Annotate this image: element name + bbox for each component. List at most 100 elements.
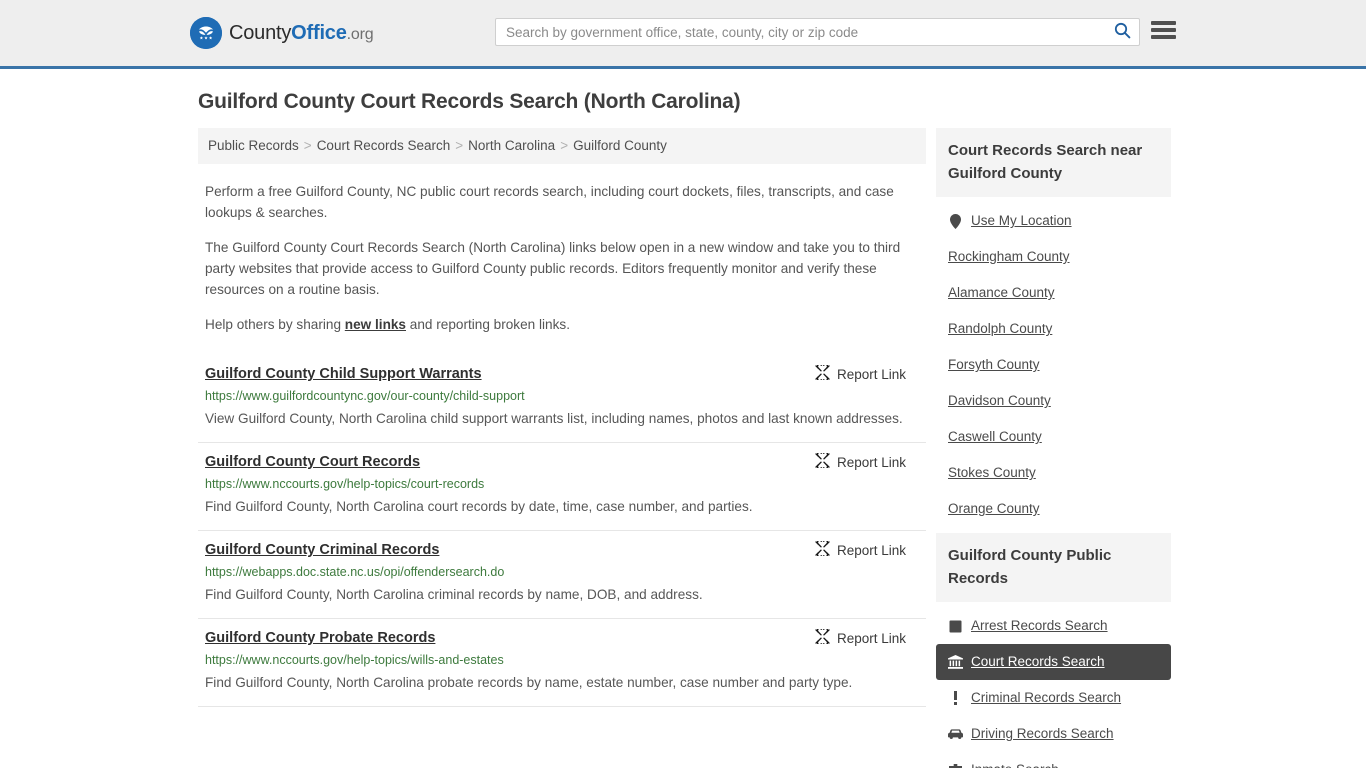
county-office-emblem-icon (190, 17, 222, 49)
search-icon (1114, 22, 1131, 42)
intro-paragraph-1: Perform a free Guilford County, NC publi… (205, 184, 894, 220)
hamburger-bar (1151, 28, 1176, 32)
intro-text: Perform a free Guilford County, NC publi… (198, 181, 926, 335)
sidebar-item-label[interactable]: Court Records Search (971, 653, 1105, 671)
sidebar-item-label[interactable]: Arrest Records Search (971, 617, 1108, 635)
sidebar-item-label[interactable]: Driving Records Search (971, 725, 1114, 743)
records-item-inmate-search[interactable]: Inmate Search (936, 752, 1171, 768)
breadcrumb-separator: > (303, 138, 312, 153)
nearby-item-rockingham-county[interactable]: Rockingham County (936, 239, 1171, 275)
result-header: Guilford County Criminal Records Report L… (205, 539, 920, 560)
new-links-link[interactable]: new links (345, 317, 406, 332)
result-header: Guilford County Court Records Report Link (205, 451, 920, 472)
result-item: Guilford County Criminal Records Report L… (198, 531, 926, 619)
search-input[interactable] (496, 19, 1105, 45)
result-title-link[interactable]: Guilford County Probate Records (205, 628, 435, 648)
broken-link-icon (815, 363, 830, 383)
result-item: Guilford County Probate Records Report Li… (198, 619, 926, 707)
intro-p3-after: and reporting broken links. (406, 317, 570, 332)
records-item-arrest-records-search[interactable]: Arrest Records Search (936, 608, 1171, 644)
sidebar-item-label[interactable]: Inmate Search (971, 761, 1059, 768)
broken-link-icon (815, 627, 830, 647)
result-description: Find Guilford County, North Carolina pro… (205, 675, 853, 690)
result-url: https://www.guilfordcountync.gov/our-cou… (205, 389, 525, 403)
sidebar-item-label[interactable]: Davidson County (948, 392, 1051, 410)
logo-text-county: County (229, 21, 292, 44)
sidebar-item-label[interactable]: Orange County (948, 500, 1040, 518)
records-item-criminal-records-search[interactable]: Criminal Records Search (936, 680, 1171, 716)
results-list: Guilford County Child Support Warrants Re… (198, 355, 926, 707)
sidebar-item-label[interactable]: Forsyth County (948, 356, 1040, 374)
report-link-button[interactable]: Report Link (815, 627, 920, 647)
content-columns: Public Records > Court Records Search > Nort… (198, 128, 1176, 768)
result-item: Guilford County Court Records Report Link… (198, 443, 926, 531)
nearby-item-orange-county[interactable]: Orange County (936, 491, 1171, 527)
main-column: Public Records > Court Records Search > Nort… (198, 128, 926, 707)
nearby-searches-list: Use My Location Rockingham County Alamance… (936, 197, 1171, 527)
public-records-list: Arrest Records Search Court Records Searc… (936, 602, 1171, 768)
hamburger-menu-icon[interactable] (1151, 19, 1176, 41)
result-item: Guilford County Child Support Warrants Re… (198, 355, 926, 443)
page-container: Guilford County Court Records Search (No… (0, 90, 1366, 768)
result-description: Find Guilford County, North Carolina cou… (205, 499, 753, 514)
nearby-item-forsyth-county[interactable]: Forsyth County (936, 347, 1171, 383)
nearby-item-davidson-county[interactable]: Davidson County (936, 383, 1171, 419)
search-bar (495, 18, 1140, 46)
fingerprint-icon (948, 619, 963, 634)
breadcrumb-item-2[interactable]: Court Records Search (317, 138, 451, 153)
courthouse-icon (948, 655, 963, 670)
result-title-link[interactable]: Guilford County Child Support Warrants (205, 364, 482, 384)
sidebar-item-label[interactable]: Criminal Records Search (971, 689, 1121, 707)
site-logo[interactable]: CountyOffice.org (190, 17, 374, 49)
car-icon (948, 727, 963, 742)
sidebar-item-label[interactable]: Caswell County (948, 428, 1042, 446)
result-header: Guilford County Child Support Warrants Re… (205, 363, 920, 384)
sidebar-item-label[interactable]: Stokes County (948, 464, 1036, 482)
result-title-link[interactable]: Guilford County Court Records (205, 452, 420, 472)
site-header: CountyOffice.org (0, 0, 1366, 69)
result-description: View Guilford County, North Carolina chi… (205, 411, 903, 426)
search-button[interactable] (1105, 19, 1139, 45)
breadcrumb-item-3[interactable]: North Carolina (468, 138, 555, 153)
report-link-label: Report Link (836, 542, 906, 558)
nearby-item-alamance-county[interactable]: Alamance County (936, 275, 1171, 311)
hamburger-bar (1151, 21, 1176, 25)
nearby-searches-heading: Court Records Search near Guilford Count… (936, 128, 1171, 197)
breadcrumb-item-1[interactable]: Public Records (208, 138, 299, 153)
result-url: https://www.nccourts.gov/help-topics/cou… (205, 477, 485, 491)
broken-link-icon (815, 539, 830, 559)
nearby-item-use-my-location[interactable]: Use My Location (936, 203, 1171, 239)
sidebar-item-label[interactable]: Randolph County (948, 320, 1052, 338)
intro-p3-before: Help others by sharing (205, 317, 345, 332)
nearby-item-caswell-county[interactable]: Caswell County (936, 419, 1171, 455)
result-title-link[interactable]: Guilford County Criminal Records (205, 540, 439, 560)
site-logo-text: CountyOffice.org (229, 21, 374, 45)
breadcrumb-item-4[interactable]: Guilford County (573, 138, 667, 153)
public-records-heading: Guilford County Public Records (936, 533, 1171, 602)
result-header: Guilford County Probate Records Report Li… (205, 627, 920, 648)
report-link-button[interactable]: Report Link (815, 363, 920, 383)
report-link-button[interactable]: Report Link (815, 451, 920, 471)
hamburger-bar (1151, 35, 1176, 39)
public-records-card: Guilford County Public Records Arrest Re… (936, 533, 1171, 768)
records-item-driving-records-search[interactable]: Driving Records Search (936, 716, 1171, 752)
jail-building-icon (948, 763, 963, 768)
sidebar-item-label[interactable]: Alamance County (948, 284, 1055, 302)
nearby-item-stokes-county[interactable]: Stokes County (936, 455, 1171, 491)
breadcrumb: Public Records > Court Records Search > Nort… (198, 128, 926, 164)
nearby-searches-card: Court Records Search near Guilford Count… (936, 128, 1171, 527)
breadcrumb-separator: > (455, 138, 464, 153)
records-item-court-records-search[interactable]: Court Records Search (936, 644, 1171, 680)
nearby-item-randolph-county[interactable]: Randolph County (936, 311, 1171, 347)
result-url: https://webapps.doc.state.nc.us/opi/offe… (205, 565, 505, 579)
sidebar-item-label[interactable]: Rockingham County (948, 248, 1070, 266)
result-url: https://www.nccourts.gov/help-topics/wil… (205, 653, 504, 667)
sidebar: Court Records Search near Guilford Count… (936, 128, 1171, 768)
intro-paragraph-2: The Guilford County Court Records Search… (205, 240, 901, 297)
breadcrumb-separator: > (560, 138, 569, 153)
exclamation-icon (948, 691, 963, 706)
report-link-label: Report Link (836, 366, 906, 382)
sidebar-item-label[interactable]: Use My Location (971, 212, 1072, 230)
report-link-button[interactable]: Report Link (815, 539, 920, 559)
logo-text-org: .org (346, 25, 374, 43)
